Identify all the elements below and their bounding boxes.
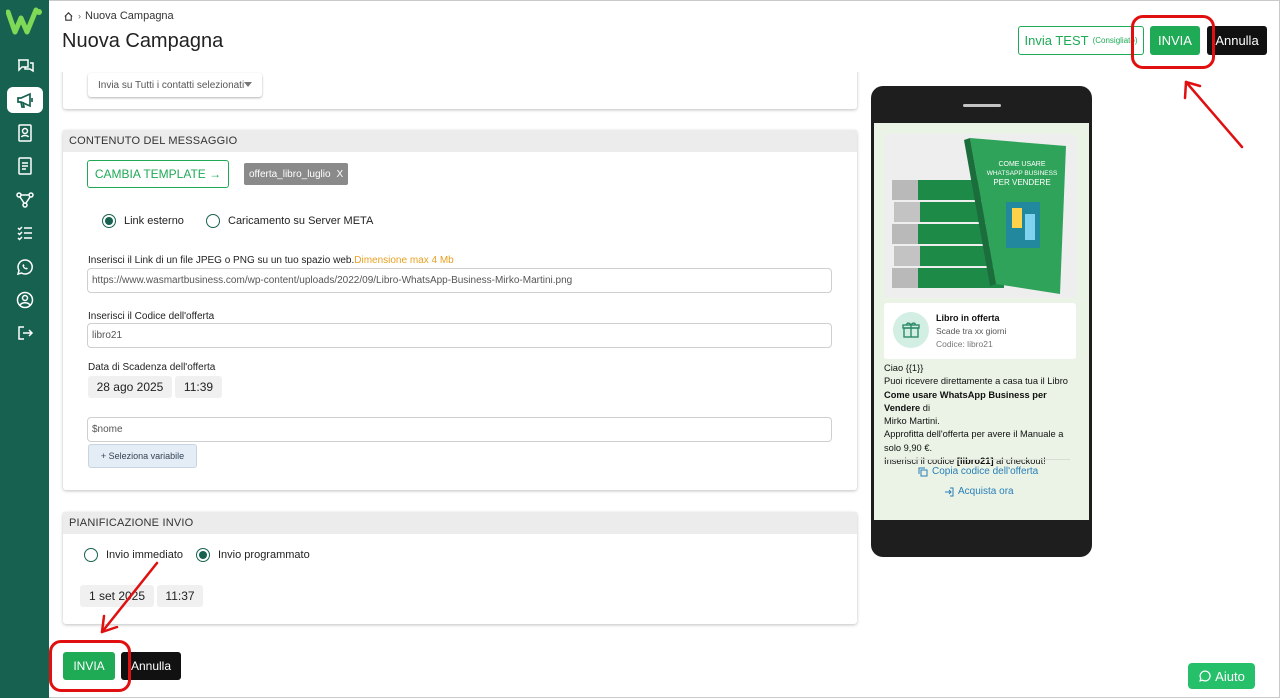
nav-flows[interactable]	[7, 187, 43, 213]
msg-code-post: al checkout!	[993, 456, 1046, 467]
highlight-ring-bottom	[49, 640, 131, 692]
msg-line3-tail: di	[920, 402, 931, 413]
offer-code-label: Inserisci il Codice dell'offerta	[88, 311, 215, 322]
radio-scheduled[interactable]: Invio programmato	[196, 548, 310, 562]
nav-campaigns[interactable]	[7, 87, 43, 113]
sidebar	[0, 0, 49, 698]
msg-code-pre: Inserisci il codice	[884, 456, 957, 467]
gift-icon	[893, 312, 929, 348]
preview-divider	[884, 459, 1070, 460]
offer-code: Codice: libro21	[936, 339, 993, 349]
offer-title: Libro in offerta	[936, 313, 1000, 323]
page-title: Nuova Campagna	[62, 30, 224, 52]
help-button[interactable]: Aiuto	[1188, 663, 1255, 689]
expiry-time-picker[interactable]: 11:39	[175, 376, 222, 398]
select-variable-button[interactable]: + Seleziona variabile	[88, 444, 197, 468]
recipients-select[interactable]: Invia su Tutti i contatti selezionati	[88, 73, 262, 97]
nav-contacts[interactable]	[7, 120, 43, 146]
contacts-icon	[18, 124, 32, 142]
template-chip-label: offerta_libro_luglio	[249, 168, 331, 180]
nav-lists[interactable]	[7, 220, 43, 246]
user-icon	[16, 291, 34, 309]
send-test-button[interactable]: Invia TEST (Consigliato)	[1018, 26, 1144, 55]
link-field-label-text: Inserisci il Link di un file JPEG o PNG …	[88, 255, 355, 266]
radio-dot-checked[interactable]	[102, 214, 116, 228]
phone-speaker	[963, 104, 1001, 107]
variable-input[interactable]: $nome	[87, 417, 832, 442]
schedule-header: PIANIFICAZIONE INVIO	[63, 512, 857, 534]
schedule-date-picker[interactable]: 1 set 2025	[80, 585, 154, 607]
msg-author: Mirko Martini.	[884, 416, 940, 427]
document-icon	[18, 157, 32, 175]
radio-external-link-label: Link esterno	[124, 215, 184, 227]
message-content-header: CONTENUTO DEL MESSAGGIO	[63, 130, 857, 152]
flow-icon	[16, 192, 34, 208]
send-test-label: Invia TEST	[1024, 33, 1089, 48]
logout-icon	[18, 326, 34, 340]
nav-whatsapp[interactable]	[7, 254, 43, 280]
help-button-label: Aiuto	[1215, 668, 1245, 684]
breadcrumb: › Nuova Campagna	[63, 10, 174, 22]
megaphone-icon	[17, 92, 33, 108]
schedule-time-picker[interactable]: 11:37	[157, 585, 203, 607]
template-chip: offerta_libro_luglio X	[244, 163, 349, 185]
radio-send-now-label: Invio immediato	[106, 549, 184, 561]
book-title-line2: WHATSAPP BUSINESS	[987, 170, 1058, 177]
change-template-button[interactable]: CAMBIA TEMPLATE →	[87, 160, 229, 188]
radio-dot-unchecked[interactable]	[206, 214, 220, 228]
expiry-date-picker[interactable]: 28 ago 2025	[88, 376, 172, 398]
msg-code-bold: [libro21]	[956, 456, 994, 467]
expiry-label: Data di Scadenza dell'offerta	[88, 362, 216, 373]
caret-down-icon	[244, 82, 252, 87]
radio-send-now[interactable]: Invio immediato	[84, 548, 183, 562]
chevron-right-icon: ›	[78, 11, 81, 21]
offer-expiry: Scade tra xx giorni	[936, 326, 1007, 336]
cancel-button-top[interactable]: Annulla	[1207, 26, 1267, 55]
msg-line2: Puoi ricevere direttamente a casa tua il…	[884, 376, 1068, 387]
buy-now-label: Acquista ora	[958, 486, 1014, 497]
nav-logout[interactable]	[7, 320, 43, 346]
radio-dot-unchecked[interactable]	[84, 548, 98, 562]
msg-offer: Approfitta dell'offerta per avere il Man…	[884, 429, 1064, 453]
book-title-line3: PER VENDERE	[993, 178, 1050, 187]
book-title-line1: COME USARE	[998, 161, 1045, 168]
book-illustration: COME USARE WHATSAPP BUSINESS PER VENDERE	[884, 134, 1076, 298]
app-logo[interactable]	[6, 6, 44, 36]
radio-scheduled-label: Invio programmato	[218, 549, 310, 561]
highlight-ring-top	[1131, 15, 1215, 69]
copy-code-link[interactable]: Copia codice dell'offerta	[918, 466, 1038, 477]
scroll-mask	[60, 58, 860, 72]
message-preview: Ciao {{1}} Puoi ricevere direttamente a …	[884, 362, 1079, 468]
whatsapp-icon	[1199, 670, 1211, 682]
size-warning: Dimensione max 4 Mb	[354, 255, 454, 266]
radio-meta-upload[interactable]: Caricamento su Server META	[206, 214, 373, 228]
external-link-icon	[945, 487, 954, 496]
chat-icon	[18, 59, 34, 73]
home-icon[interactable]	[63, 11, 74, 22]
copy-code-label: Copia codice dell'offerta	[932, 466, 1039, 477]
schedule-card: PIANIFICAZIONE INVIO	[63, 512, 857, 624]
msg-line3: Come usare WhatsApp Business per Vendere…	[884, 389, 1079, 416]
link-field-label: Inserisci il Link di un file JPEG o PNG …	[88, 255, 454, 266]
nav-profile[interactable]	[7, 287, 43, 313]
offer-code-input[interactable]: libro21	[87, 323, 832, 348]
checklist-icon	[17, 226, 32, 241]
radio-dot-checked[interactable]	[196, 548, 210, 562]
nav-templates[interactable]	[7, 153, 43, 179]
copy-icon	[918, 467, 928, 476]
whatsapp-icon	[16, 259, 33, 276]
nav-chat[interactable]	[7, 53, 43, 79]
book-image: COME USARE WHATSAPP BUSINESS PER VENDERE	[884, 134, 1076, 298]
msg-greeting: Ciao {{1}}	[884, 363, 924, 373]
image-link-input[interactable]: https://www.wasmartbusiness.com/wp-conte…	[87, 268, 832, 293]
msg-book-title: Come usare WhatsApp Business per Vendere	[884, 389, 1047, 413]
radio-external-link[interactable]: Link esterno	[102, 214, 184, 228]
recipients-select-value: Invia su Tutti i contatti selezionati	[98, 79, 245, 91]
template-chip-close[interactable]: X	[337, 169, 344, 180]
breadcrumb-current: Nuova Campagna	[85, 10, 174, 22]
radio-meta-upload-label: Caricamento su Server META	[228, 215, 374, 227]
buy-now-link[interactable]: Acquista ora	[944, 486, 1014, 497]
